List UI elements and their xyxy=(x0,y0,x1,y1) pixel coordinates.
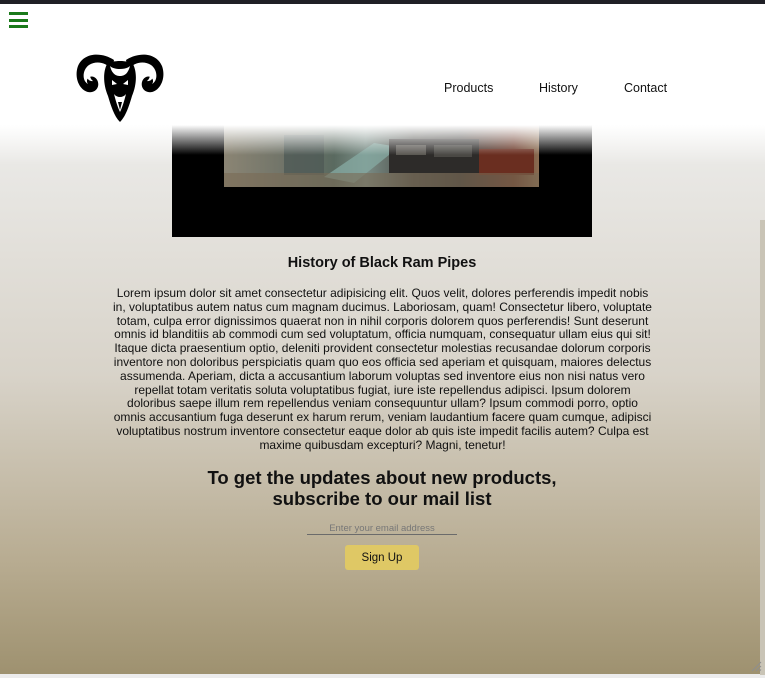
nav-contact-link[interactable]: Contact xyxy=(624,81,667,95)
history-video[interactable] xyxy=(172,125,592,237)
bottom-edge xyxy=(0,674,765,678)
browser-top-bar xyxy=(0,0,765,4)
subscribe-heading-line2: subscribe to our mail list xyxy=(272,487,492,509)
main-navigation: Products History Contact xyxy=(0,81,765,97)
sign-up-button[interactable]: Sign Up xyxy=(345,545,419,570)
subscribe-heading-line1: To get the updates about new products, xyxy=(207,467,557,488)
hamburger-menu-icon[interactable] xyxy=(9,12,28,28)
email-input[interactable] xyxy=(307,522,457,535)
resize-grip-icon[interactable] xyxy=(750,660,762,672)
history-title: History of Black Ram Pipes xyxy=(287,255,477,271)
nav-products-link[interactable]: Products xyxy=(444,81,493,95)
menu-line xyxy=(9,25,28,28)
subscribe-heading: To get the updates about new products, s… xyxy=(172,467,592,509)
menu-line xyxy=(9,18,28,22)
history-paragraph: Lorem ipsum dolor sit amet consectetur a… xyxy=(113,286,652,452)
video-fade-overlay xyxy=(172,125,592,155)
menu-line xyxy=(9,12,28,15)
nav-history-link[interactable]: History xyxy=(539,81,578,95)
scrollbar[interactable] xyxy=(760,220,765,675)
